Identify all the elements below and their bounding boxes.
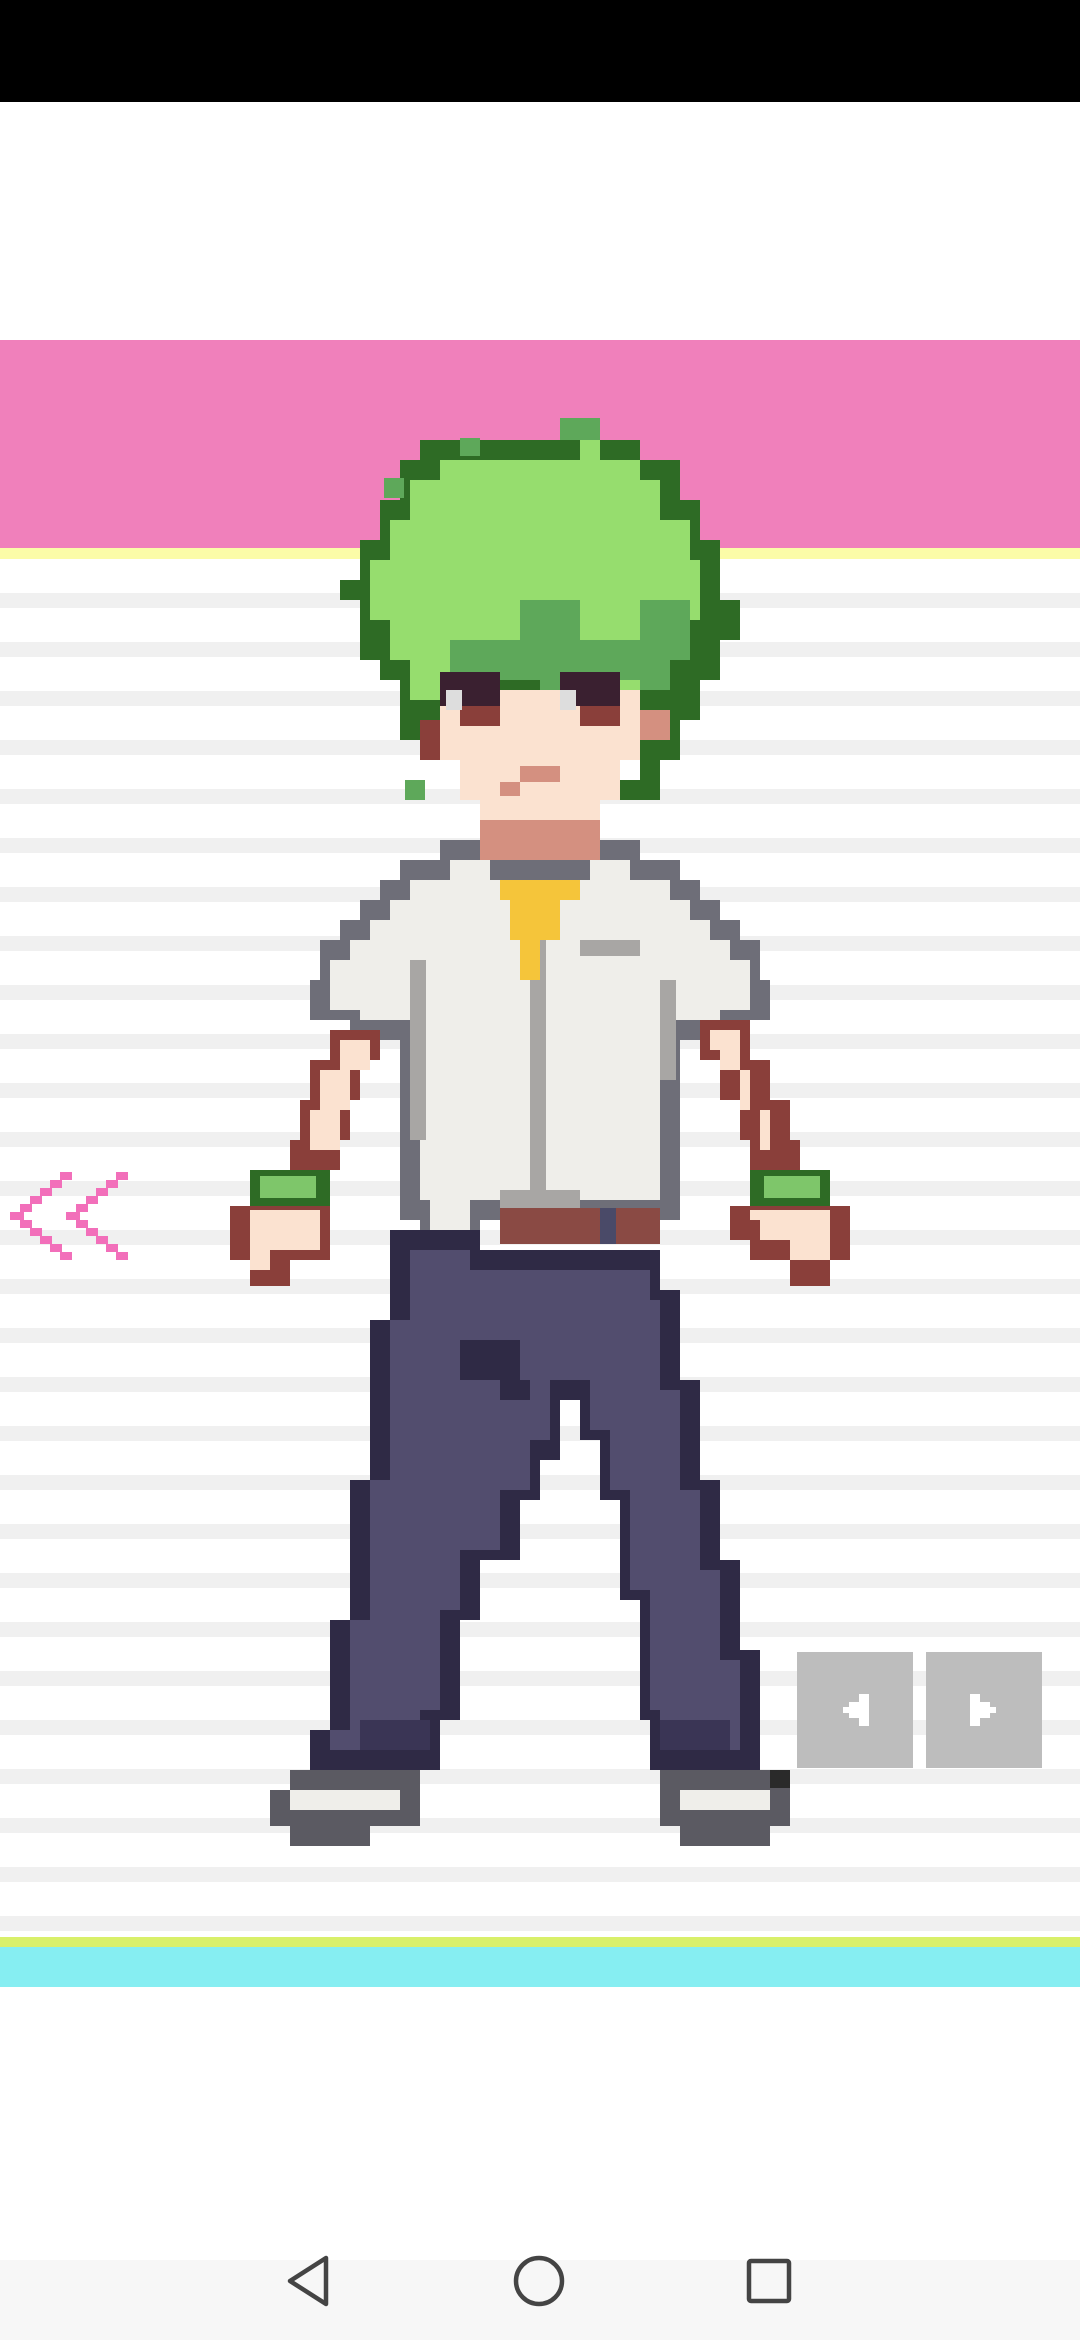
app-screen xyxy=(0,0,1080,2340)
character-sprite xyxy=(230,418,850,1846)
belt xyxy=(500,1208,660,1244)
double-chevron-left-icon[interactable] xyxy=(10,1160,134,1270)
shoes xyxy=(270,1770,790,1846)
caret-left-icon xyxy=(843,1694,869,1726)
triangle-back-icon[interactable] xyxy=(274,2246,344,2316)
pants xyxy=(310,1230,760,1770)
circle-home-icon[interactable] xyxy=(504,2246,574,2316)
caret-right-icon xyxy=(970,1694,996,1726)
square-recents-icon[interactable] xyxy=(734,2246,804,2316)
next-button[interactable] xyxy=(926,1652,1042,1768)
previous-button[interactable] xyxy=(797,1652,913,1768)
